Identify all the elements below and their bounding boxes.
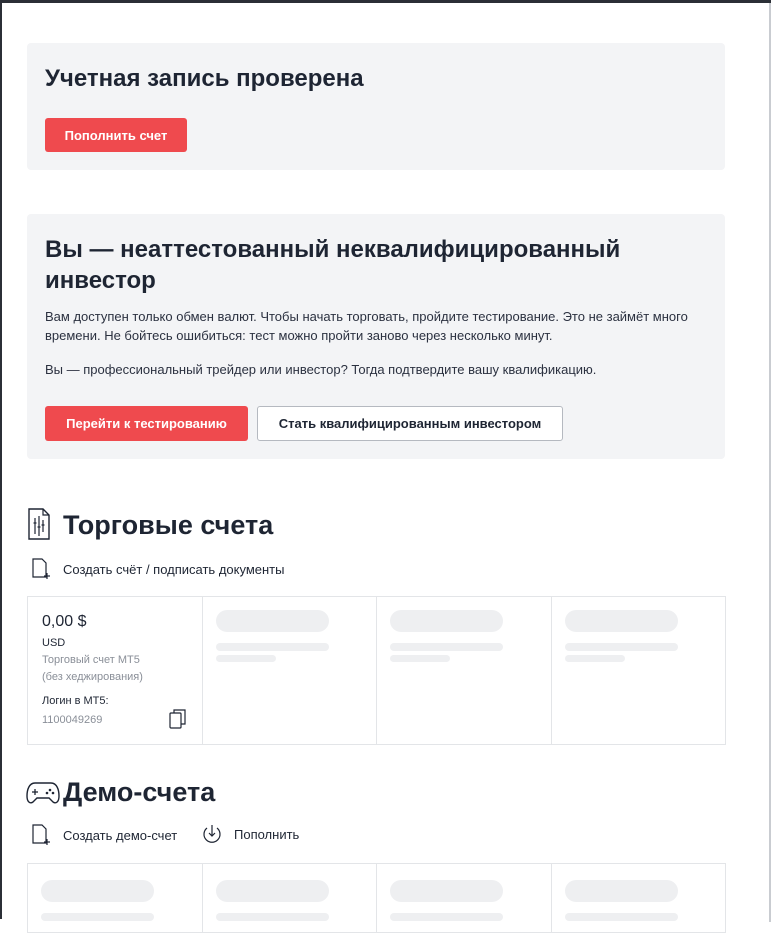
add-document-icon [32, 558, 50, 579]
demo-placeholder [203, 864, 377, 932]
trading-accounts-grid: 0,00 $ USD Торговый счет МТ5 (без хеджир… [27, 596, 726, 745]
skeleton-bar [215, 655, 276, 662]
skeleton-bar [215, 913, 329, 921]
skeleton-bar [564, 913, 678, 921]
demo-placeholder [377, 864, 552, 932]
create-account-link[interactable]: Создать счёт / подписать документы [31, 558, 284, 580]
account-type-line2: (без хеджирования) [42, 671, 143, 683]
account-currency: USD [42, 637, 66, 649]
deposit-button[interactable]: Пополнить счет [45, 118, 187, 152]
create-demo-label: Создать демо-счет [63, 827, 178, 843]
account-type-line1: Торговый счет МТ5 [42, 654, 140, 666]
skeleton-bar [564, 643, 678, 651]
skeleton-bar [215, 880, 329, 902]
become-qualified-button[interactable]: Стать квалифицированным инвестором [257, 406, 563, 441]
skeleton-bar [390, 643, 503, 651]
verified-title: Учетная запись проверена [45, 65, 364, 92]
skeleton-bar [215, 610, 329, 632]
login-value: 1100049269 [42, 714, 103, 726]
skeleton-bar [390, 913, 503, 921]
demo-deposit-label: Пополнить [234, 826, 300, 842]
investor-title-line1: Вы — неаттестованный неквалифицированный [45, 236, 621, 263]
trading-accounts-icon [27, 508, 51, 545]
download-circle-icon [203, 825, 221, 843]
investor-title: Вы — неаттестованный неквалифицированный… [45, 234, 620, 296]
investor-paragraph-1: Вам доступен только обмен валют. Чтобы н… [45, 309, 688, 343]
skeleton-bar [564, 610, 678, 632]
account-placeholder [552, 597, 726, 744]
demo-accounts-icon [26, 780, 60, 811]
account-placeholder [377, 597, 552, 744]
account-type: Торговый счет МТ5 (без хеджирования) [42, 652, 192, 686]
login-label: Логин в МТ5: [42, 695, 109, 707]
demo-deposit-link[interactable]: Пополнить [202, 824, 299, 844]
investor-paragraph-2: Вы — профессиональный трейдер или инвест… [45, 362, 597, 377]
skeleton-bar [390, 610, 503, 632]
skeleton-bar [390, 880, 503, 902]
investor-title-line2: инвестор [45, 267, 156, 294]
create-account-label: Создать счёт / подписать документы [63, 561, 285, 577]
trading-accounts-title: Торговые счета [63, 510, 274, 540]
add-document-icon [32, 824, 50, 845]
account-card[interactable]: 0,00 $ USD Торговый счет МТ5 (без хеджир… [28, 597, 203, 744]
account-balance: 0,00 $ [42, 613, 87, 630]
skeleton-bar [41, 913, 154, 921]
skeleton-bar [564, 655, 625, 662]
demo-accounts-title: Демо-счета [63, 777, 216, 807]
create-demo-account-link[interactable]: Создать демо-счет [31, 824, 177, 846]
skeleton-bar [215, 643, 329, 651]
skeleton-bar [390, 655, 450, 662]
copy-icon[interactable] [169, 709, 187, 734]
demo-accounts-grid [27, 863, 726, 933]
skeleton-bar [564, 880, 678, 902]
account-placeholder [203, 597, 377, 744]
investor-status-card: Вы — неаттестованный неквалифицированный… [27, 214, 725, 459]
gamepad-icon [26, 782, 60, 804]
demo-placeholder [552, 864, 726, 932]
verified-card: Учетная запись проверена Пополнить счет [27, 43, 725, 170]
go-to-testing-button[interactable]: Перейти к тестированию [45, 406, 248, 441]
skeleton-bar [41, 880, 154, 902]
demo-placeholder [28, 864, 203, 932]
